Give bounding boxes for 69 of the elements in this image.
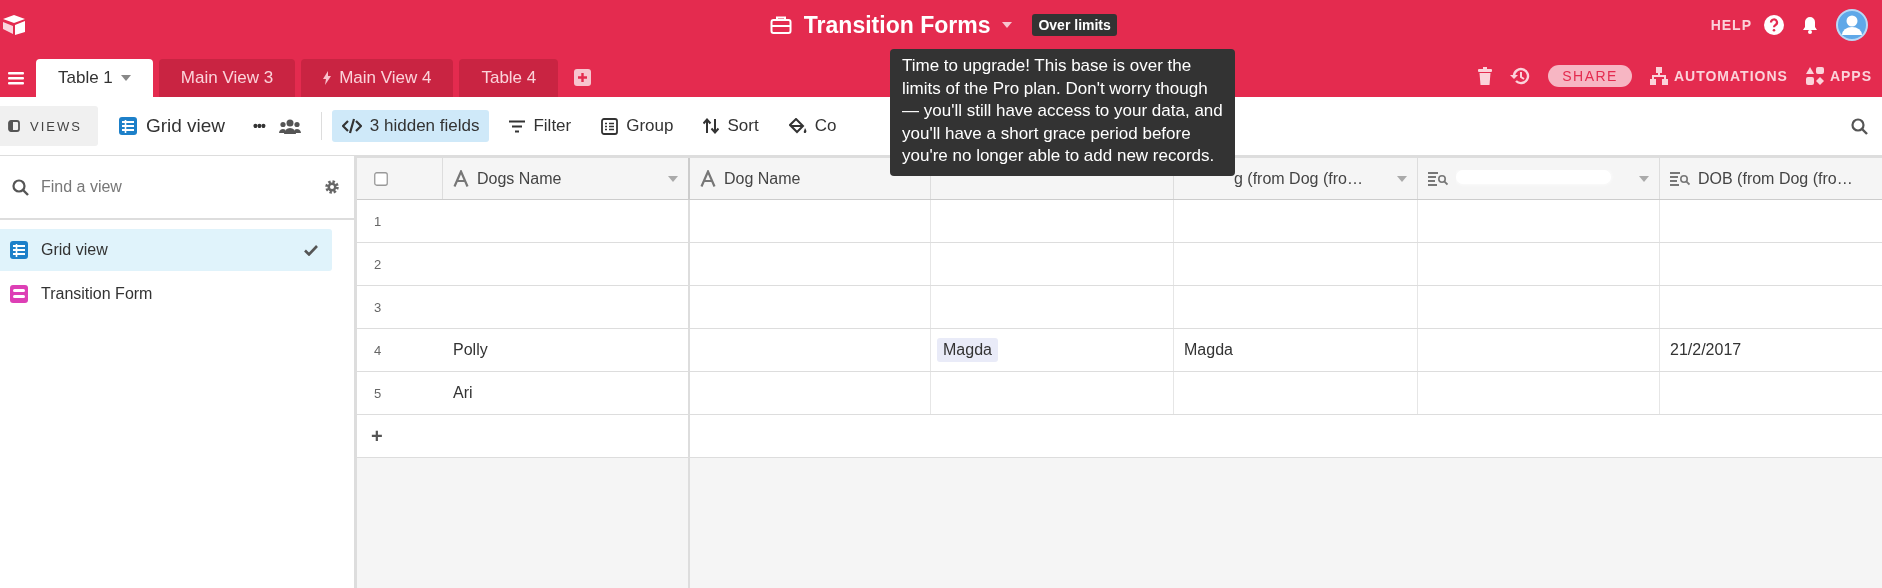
history-icon[interactable] (1510, 67, 1531, 85)
briefcase-icon (769, 15, 792, 35)
add-row-button[interactable]: + (357, 424, 383, 448)
title-caret-icon[interactable] (1002, 22, 1013, 28)
color-button[interactable]: Co (778, 110, 847, 142)
hidden-fields-button[interactable]: 3 hidden fields (331, 110, 490, 142)
row-number: 2 (374, 256, 382, 272)
help-icon[interactable] (1764, 15, 1784, 35)
views-toggle-button[interactable]: VIEWS (0, 106, 98, 146)
tab-caret-icon[interactable] (120, 75, 131, 81)
row-number: 1 (374, 213, 382, 229)
column-label: Dogs Name (477, 169, 563, 188)
bell-icon[interactable] (1802, 16, 1818, 34)
column-label: Dog Name (724, 169, 802, 188)
search-icon[interactable] (1851, 117, 1868, 135)
more-button[interactable]: ••• (253, 118, 265, 134)
form-icon (9, 284, 29, 304)
row-number: 3 (374, 299, 382, 315)
lookup-field-icon (1428, 170, 1448, 187)
find-view-field[interactable]: Find a view (39, 177, 314, 197)
logo-icon[interactable] (2, 14, 26, 36)
sidebar-toggle-icon (8, 120, 20, 132)
search-icon[interactable] (12, 178, 29, 196)
checkmark-icon (304, 244, 318, 256)
view-list-item[interactable]: Transition Form (0, 273, 332, 315)
table-tab[interactable]: Main View 3 (158, 59, 296, 97)
apps-icon (1805, 67, 1824, 85)
column-header[interactable]: DOB (from Dog (fro… (1660, 158, 1882, 199)
group-button[interactable]: Group (591, 110, 684, 142)
group-icon (601, 117, 619, 135)
menu-icon[interactable] (8, 71, 24, 85)
sort-icon (703, 118, 720, 134)
grid-view-icon (117, 116, 138, 136)
hidden-fields-icon (341, 118, 362, 134)
table-cell: Magda (1184, 341, 1233, 359)
row-number: 5 (374, 385, 382, 401)
filter-icon (509, 119, 526, 133)
column-label: g (from Dog (fro… (1234, 169, 1364, 188)
base-title[interactable]: Transition Forms (803, 11, 991, 39)
table-cell: Ari (453, 384, 473, 402)
table-tab[interactable]: Table 4 (459, 59, 559, 97)
lightning-icon (323, 71, 332, 85)
column-menu-caret-icon[interactable] (668, 175, 678, 182)
over-limits-badge: Over limits (1032, 14, 1117, 36)
trash-icon[interactable] (1478, 67, 1493, 85)
grid-icon (9, 240, 29, 260)
text-field-icon (453, 170, 469, 187)
add-tab-icon[interactable] (574, 69, 592, 86)
row-number: 4 (374, 342, 382, 358)
view-name[interactable]: Grid view (145, 115, 226, 137)
view-list-item[interactable]: Grid view (0, 229, 332, 271)
paint-bucket-icon (788, 117, 807, 135)
linked-record-chip[interactable]: Magda (937, 338, 998, 362)
table-cell: Polly (453, 341, 488, 359)
column-label: DOB (from Dog (fro… (1698, 169, 1854, 188)
sort-button[interactable]: Sort (693, 110, 769, 142)
table-cell: 21/2/2017 (1670, 341, 1742, 359)
column-menu-caret-icon[interactable] (1639, 175, 1649, 182)
settings-icon[interactable] (324, 179, 340, 195)
select-all-checkbox[interactable] (374, 171, 388, 186)
column-menu-caret-icon[interactable] (1397, 175, 1407, 182)
people-icon[interactable] (278, 118, 301, 134)
lookup-field-icon (1670, 170, 1690, 187)
table-tab[interactable]: Table 1 (36, 59, 153, 97)
avatar-icon[interactable] (1836, 9, 1868, 41)
text-field-icon (700, 170, 716, 187)
hierarchy-icon (1649, 67, 1668, 85)
table-tab[interactable]: Main View 4 (301, 59, 454, 97)
filter-button[interactable]: Filter (499, 110, 582, 142)
